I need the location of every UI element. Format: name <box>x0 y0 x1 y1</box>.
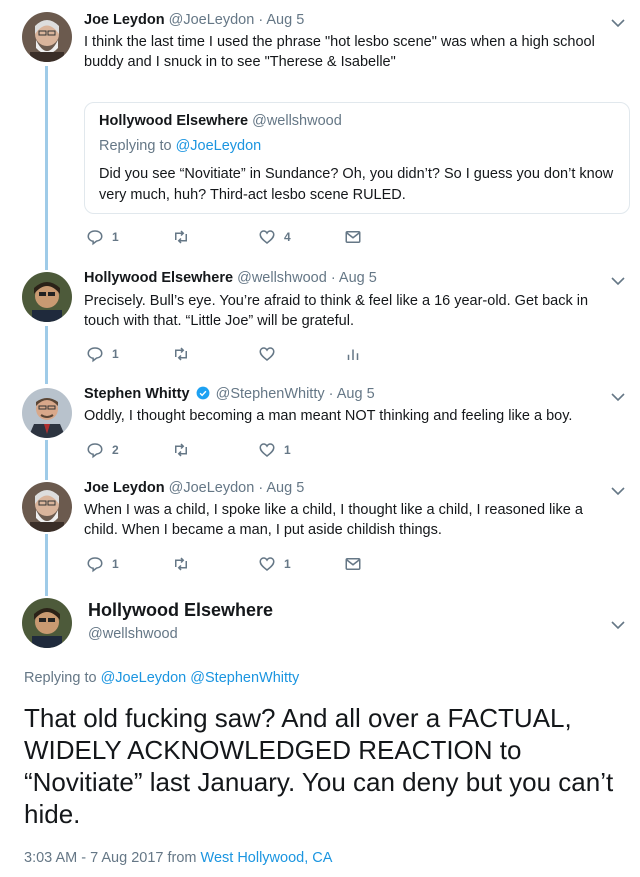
replying-to-link[interactable]: @StephenWhitty <box>190 670 299 686</box>
reply-count: 1 <box>112 347 119 361</box>
quoted-header: Hollywood Elsewhere @wellshwood <box>99 113 342 129</box>
separator: · <box>330 270 336 286</box>
tweet-text: Oddly, I thought becoming a man meant NO… <box>84 408 573 424</box>
author-name[interactable]: Hollywood Elsewhere <box>84 270 233 286</box>
tweet-date[interactable]: Aug 5 <box>339 270 377 286</box>
direct-message-button[interactable] <box>344 554 362 574</box>
replying-to-link[interactable]: @JoeLeydon <box>176 138 262 154</box>
like-button[interactable]: 1 <box>258 440 291 460</box>
bar-chart-icon <box>347 349 359 360</box>
replying-to: Replying to @JoeLeydon @StephenWhitty <box>24 670 299 686</box>
verified-badge-icon <box>196 386 209 400</box>
from-label: from <box>167 850 197 866</box>
timestamp[interactable]: 3:03 AM - 7 Aug 2017 <box>24 850 163 866</box>
author-handle[interactable]: @JoeLeydon <box>169 480 255 496</box>
reply-button[interactable]: 2 <box>86 440 119 460</box>
chevron-down-icon[interactable] <box>611 620 625 630</box>
analytics-button[interactable] <box>344 344 362 364</box>
tweet-header: Joe Leydon @JoeLeydon · Aug 5 <box>84 12 304 28</box>
like-button[interactable]: 1 <box>258 554 291 574</box>
like-button[interactable] <box>258 344 284 364</box>
like-count: 1 <box>284 443 291 457</box>
reply-button[interactable]: 1 <box>86 227 119 247</box>
tweet-date[interactable]: Aug 5 <box>337 386 375 402</box>
reply-count: 1 <box>112 557 119 571</box>
reply-icon <box>87 347 103 363</box>
heart-icon <box>259 347 275 361</box>
author-name[interactable]: Stephen Whitty <box>84 386 190 402</box>
envelope-icon <box>345 231 361 243</box>
action-bar: 2 1 <box>84 440 384 460</box>
action-bar: 1 1 <box>84 554 384 574</box>
quoted-replying-to: Replying to @JoeLeydon <box>99 138 261 154</box>
tweet-text: I think the last time I used the phrase … <box>84 34 595 70</box>
action-bar: 1 <box>84 344 384 364</box>
author-name[interactable]: Joe Leydon <box>84 480 165 496</box>
author-handle[interactable]: @wellshwood <box>237 270 327 286</box>
direct-message-button[interactable] <box>344 227 362 247</box>
retweet-icon <box>175 443 187 457</box>
author-handle[interactable]: @JoeLeydon <box>169 12 255 28</box>
separator: · <box>258 480 264 496</box>
reply-icon <box>87 230 103 246</box>
retweet-icon <box>175 557 187 571</box>
retweet-icon <box>175 230 187 244</box>
reply-button[interactable]: 1 <box>86 554 119 574</box>
tweet-header: Hollywood Elsewhere @wellshwood · Aug 5 <box>84 270 377 286</box>
avatar-stephen-whitty[interactable] <box>22 388 72 438</box>
quoted-tweet[interactable]: Hollywood Elsewhere @wellshwood Replying… <box>84 102 630 214</box>
separator: · <box>258 12 264 28</box>
chevron-down-icon[interactable] <box>611 276 625 286</box>
location-link[interactable]: West Hollywood, CA <box>201 850 333 866</box>
tweet[interactable]: Joe Leydon @JoeLeydon · Aug 5 When I was… <box>0 480 640 580</box>
replying-to-link[interactable]: @JoeLeydon <box>101 670 187 686</box>
tweet-header: Stephen Whitty @StephenWhitty · Aug 5 <box>84 386 375 402</box>
main-tweet-text: That old fucking saw? And all over a FAC… <box>24 703 614 829</box>
chevron-down-icon[interactable] <box>611 18 625 28</box>
avatar-joe-leydon[interactable] <box>22 12 72 62</box>
like-count: 1 <box>284 557 291 571</box>
heart-icon <box>259 230 275 244</box>
tweet-meta: 3:03 AM - 7 Aug 2017 from West Hollywood… <box>24 850 332 866</box>
tweet-header: Joe Leydon @JoeLeydon · Aug 5 <box>84 480 304 496</box>
reply-count: 2 <box>112 443 119 457</box>
like-button[interactable]: 4 <box>258 227 291 247</box>
main-author-name[interactable]: Hollywood Elsewhere <box>88 600 273 621</box>
quoted-text: Did you see “Novitiate” in Sundance? Oh,… <box>99 166 614 203</box>
retweet-button[interactable] <box>172 227 198 247</box>
avatar-hollywood-elsewhere[interactable] <box>22 272 72 322</box>
retweet-icon <box>175 347 187 361</box>
tweet[interactable]: Hollywood Elsewhere @wellshwood · Aug 5 … <box>0 270 640 366</box>
replying-prefix: Replying to <box>99 138 172 154</box>
heart-icon <box>259 443 275 457</box>
author-name[interactable]: Joe Leydon <box>84 12 165 28</box>
chevron-down-icon[interactable] <box>611 392 625 402</box>
quoted-author-name: Hollywood Elsewhere <box>99 113 249 129</box>
retweet-button[interactable] <box>172 344 198 364</box>
retweet-button[interactable] <box>172 440 198 460</box>
tweet[interactable]: Joe Leydon @JoeLeydon · Aug 5 I think th… <box>0 12 640 252</box>
envelope-icon <box>345 558 361 570</box>
separator: · <box>328 386 334 402</box>
avatar-joe-leydon[interactable] <box>22 482 72 532</box>
main-author-handle[interactable]: @wellshwood <box>88 626 178 642</box>
reply-icon <box>87 557 103 573</box>
tweet-text: When I was a child, I spoke like a child… <box>84 502 583 538</box>
replying-prefix: Replying to <box>24 670 97 686</box>
chevron-down-icon[interactable] <box>611 486 625 496</box>
like-count: 4 <box>284 230 291 244</box>
heart-icon <box>259 557 275 571</box>
avatar-hollywood-elsewhere[interactable] <box>22 598 72 648</box>
retweet-button[interactable] <box>172 554 198 574</box>
tweet-date[interactable]: Aug 5 <box>266 480 304 496</box>
author-handle[interactable]: @StephenWhitty <box>216 386 325 402</box>
tweet[interactable]: Stephen Whitty @StephenWhitty · Aug 5 Od… <box>0 386 640 466</box>
reply-icon <box>87 443 103 459</box>
reply-count: 1 <box>112 230 119 244</box>
tweet-date[interactable]: Aug 5 <box>266 12 304 28</box>
action-bar: 1 4 <box>84 227 384 247</box>
reply-button[interactable]: 1 <box>86 344 119 364</box>
tweet-text: Precisely. Bull’s eye. You’re afraid to … <box>84 293 589 329</box>
quoted-author-handle: @wellshwood <box>252 113 342 129</box>
